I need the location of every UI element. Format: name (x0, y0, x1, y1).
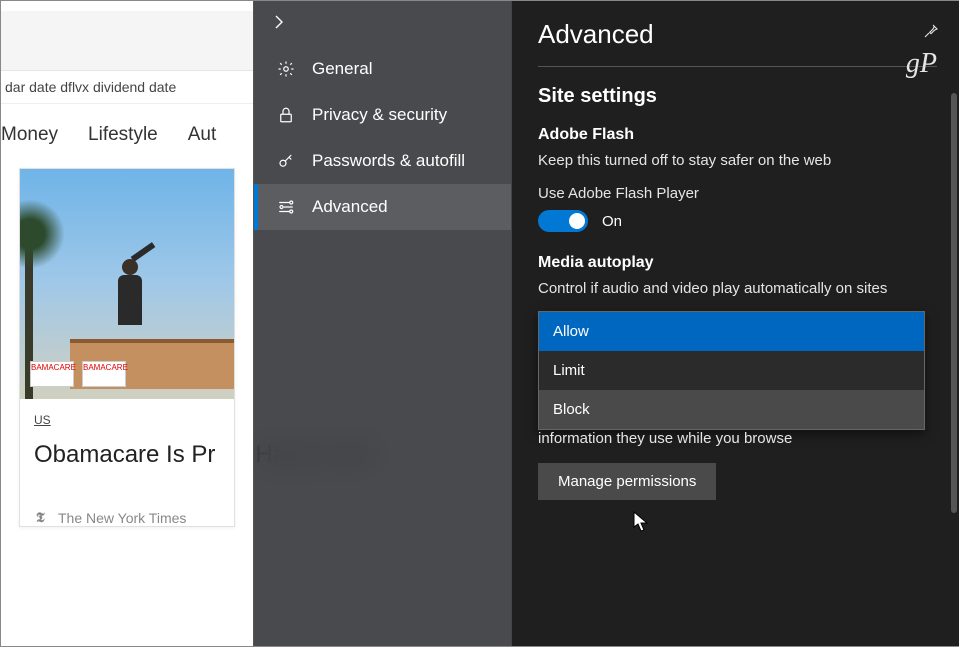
sign-text: BAMACARE (82, 361, 126, 387)
flash-use-label: Use Adobe Flash Player (538, 183, 959, 204)
lock-icon (276, 105, 296, 125)
toolbar-area (1, 11, 253, 71)
sidebar-item-passwords[interactable]: Passwords & autofill (254, 138, 511, 184)
divider (538, 66, 937, 67)
sidebar-item-label: Passwords & autofill (312, 151, 465, 171)
sliders-icon (276, 197, 296, 217)
media-autoplay-dropdown[interactable]: Allow Limit Block (538, 311, 925, 430)
pin-icon[interactable] (923, 19, 939, 44)
sign-text: BAMACARE (30, 361, 74, 387)
manage-permissions-button[interactable]: Manage permissions (538, 463, 716, 500)
watermark-text: gP (538, 48, 959, 80)
sidebar-item-general[interactable]: General (254, 46, 511, 92)
sidebar-item-label: Advanced (312, 197, 388, 217)
sidebar-item-label: General (312, 59, 372, 79)
flash-toggle[interactable] (538, 210, 588, 232)
search-suggestion-row: dar date dflvx dividend date (1, 71, 253, 104)
settings-sidebar: General Privacy & security Passwords & a… (253, 1, 511, 646)
flash-toggle-state: On (602, 213, 622, 230)
key-icon (276, 151, 296, 171)
page-background: dar date dflvx dividend date Money Lifes… (1, 1, 253, 646)
section-site-settings: Site settings (538, 85, 959, 108)
back-button[interactable] (254, 1, 511, 46)
news-category-tag[interactable]: US (34, 413, 51, 427)
nav-tabs: Money Lifestyle Aut (1, 104, 253, 160)
nav-tab-money[interactable]: Money (1, 124, 58, 146)
source-name: The New York Times (58, 510, 186, 526)
flash-heading: Adobe Flash (538, 126, 959, 144)
chevron-right-icon (272, 15, 286, 29)
source-icon: 𝕿 (36, 511, 50, 525)
news-source: 𝕿 The New York Times (34, 510, 220, 526)
news-card-image: BAMACARE BAMACARE (20, 169, 234, 399)
nav-tab-lifestyle[interactable]: Lifestyle (88, 124, 158, 146)
news-headline: Obamacare Is Pr Hard to Kill (34, 439, 220, 470)
gear-icon (276, 59, 296, 79)
sidebar-item-advanced[interactable]: Advanced (254, 184, 511, 230)
dropdown-option-block[interactable]: Block (539, 390, 924, 429)
dropdown-option-limit[interactable]: Limit (539, 351, 924, 390)
cookies-desc-fragment: information they use while you browse (538, 428, 959, 449)
media-autoplay-description: Control if audio and video play automati… (538, 278, 959, 299)
advanced-settings-panel: Advanced gP Site settings Adobe Flash Ke… (511, 1, 959, 646)
scrollbar[interactable] (951, 93, 957, 513)
nav-tab-auto[interactable]: Aut (188, 124, 217, 146)
sidebar-item-label: Privacy & security (312, 105, 447, 125)
flash-description: Keep this turned off to stay safer on th… (538, 150, 959, 171)
sidebar-item-privacy[interactable]: Privacy & security (254, 92, 511, 138)
media-autoplay-heading: Media autoplay (538, 254, 959, 272)
panel-title: Advanced (538, 19, 654, 50)
news-card[interactable]: BAMACARE BAMACARE US Obamacare Is Pr Har… (19, 168, 235, 527)
dropdown-option-allow[interactable]: Allow (539, 312, 924, 351)
